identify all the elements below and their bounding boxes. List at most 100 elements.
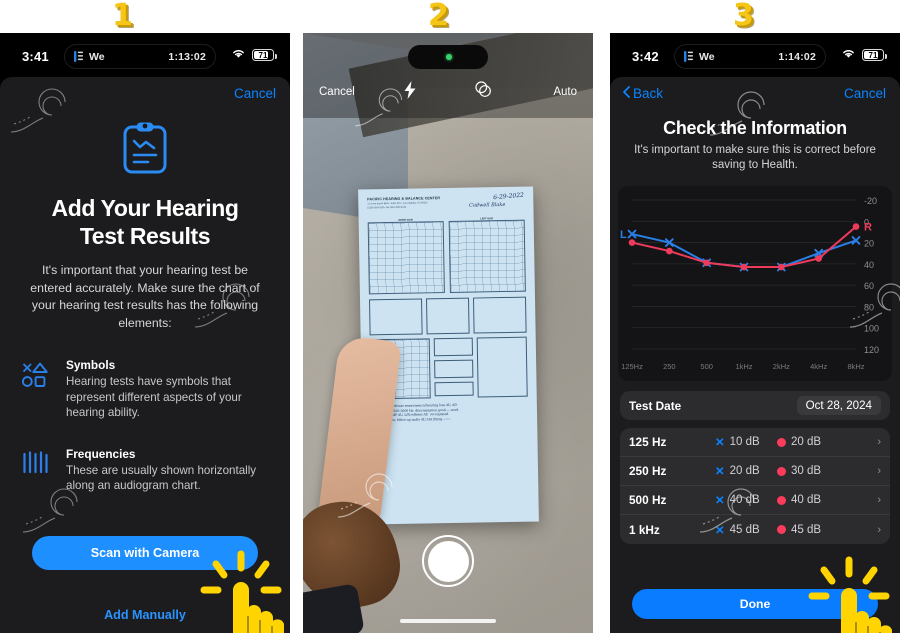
sheet-nav-bar: Cancel — [0, 77, 290, 109]
right-ear-db: 40 dB — [791, 494, 822, 506]
wifi-icon — [231, 48, 246, 62]
y-axis-tick: 20 — [864, 239, 874, 249]
done-button[interactable]: Done — [632, 589, 878, 619]
test-date-value[interactable]: Oct 28, 2024 — [796, 396, 881, 415]
phone-panel-step1: 3:41 We 1:13:02 71 Cancel Add Your Heari… — [0, 33, 290, 633]
battery-icon: 71 — [252, 49, 277, 61]
back-label: Back — [633, 86, 664, 101]
document-audiogram-right — [367, 221, 445, 295]
frequency-row[interactable]: 500 Hz ✕ 40 dB 40 dB › — [620, 486, 890, 515]
test-date-row[interactable]: Test Date Oct 28, 2024 — [620, 391, 890, 420]
left-ear-db: 40 dB — [729, 494, 760, 506]
back-button[interactable]: Back — [623, 86, 663, 101]
dynamic-island[interactable]: We 1:13:02 — [64, 44, 216, 69]
audiogram-symbols-icon — [21, 358, 52, 421]
page-title: Check the Information — [663, 118, 847, 138]
left-ear-x-icon: ✕ — [715, 495, 725, 507]
battery-level: 71 — [258, 50, 268, 60]
data-point-dot — [778, 263, 785, 271]
island-label: We — [699, 50, 715, 63]
status-right-cluster: 71 — [841, 48, 887, 62]
page-title: Add Your Hearing Test Results — [0, 194, 290, 250]
add-hearing-test-sheet: Cancel Add Your Hearing Test Results It'… — [0, 77, 290, 633]
screenshot-stage: 1 2 3 3:41 We 1:13:02 71 Cancel Add Your… — [0, 0, 900, 633]
left-ear-x-icon: ✕ — [715, 524, 725, 537]
chevron-right-icon: › — [877, 436, 881, 448]
filters-icon[interactable] — [475, 81, 492, 101]
island-timer: 1:14:02 — [778, 50, 816, 63]
y-axis-tick: 60 — [864, 281, 874, 291]
left-ear-value-group: ✕ 10 dB — [715, 435, 777, 449]
data-point-dot — [740, 263, 748, 271]
status-time: 3:41 — [22, 49, 49, 64]
list-icon — [684, 51, 693, 62]
camera-auto-button[interactable]: Auto — [553, 86, 577, 98]
left-ear-value-group: ✕ 45 dB — [715, 523, 777, 537]
right-ear-value-group: 40 dB — [777, 494, 839, 506]
camera-viewfinder[interactable]: PACIFIC HEARING & BALANCE CENTER 1 Lorem… — [303, 33, 593, 633]
flash-icon[interactable] — [404, 81, 416, 102]
frequency-label: 500 Hz — [629, 493, 667, 507]
right-ear-dot-icon — [777, 466, 786, 476]
page-subtitle: It's important to make sure this is corr… — [634, 144, 876, 171]
battery-level: 71 — [868, 50, 878, 60]
feature-symbols: Symbols Hearing tests have symbols that … — [21, 358, 266, 421]
island-timer: 1:13:02 — [168, 50, 206, 63]
battery-icon: 71 — [862, 49, 887, 61]
sheet-nav-bar: Back Cancel — [610, 77, 900, 109]
right-ear-db: 45 dB — [791, 523, 822, 536]
y-axis-tick: 80 — [864, 302, 874, 312]
y-axis-tick: 40 — [864, 260, 874, 270]
document-patient-name: Cadwell Blake — [469, 201, 506, 209]
feature-symbols-body: Hearing tests have symbols that represen… — [66, 375, 242, 420]
page-title-line1: Add Your Hearing — [51, 195, 239, 221]
left-ear-db: 45 dB — [729, 523, 760, 536]
data-point-dot — [703, 259, 710, 267]
cancel-button[interactable]: Cancel — [234, 86, 276, 101]
island-label: We — [89, 50, 105, 63]
scan-with-camera-button[interactable]: Scan with Camera — [32, 536, 258, 570]
data-point-dot — [628, 239, 636, 246]
page-title-line2: Test Results — [79, 223, 211, 249]
add-manually-button[interactable]: Add Manually — [0, 608, 290, 622]
audiogram-chart[interactable]: -20 0 20 40 60 80 100 120 125Hz 250 500 1kHz 2kHz 4kH… — [618, 186, 892, 381]
dynamic-island[interactable]: We 1:14:02 — [674, 44, 826, 69]
check-information-sheet: Back Cancel Check the Information It's i… — [610, 77, 900, 633]
phone-panel-step2: PACIFIC HEARING & BALANCE CENTER 1 Lorem… — [303, 33, 593, 633]
left-ear-x-icon: ✕ — [715, 466, 725, 478]
left-ear-value-group: ✕ 20 dB — [715, 464, 777, 478]
frequency-row[interactable]: 125 Hz ✕ 10 dB 20 dB › — [620, 428, 890, 457]
chevron-right-icon: › — [877, 494, 881, 506]
right-ear-value-group: 45 dB — [777, 524, 839, 536]
y-axis-tick: -20 — [864, 196, 877, 206]
hero-icon-wrap — [0, 121, 290, 180]
status-bar: 3:42 We 1:14:02 71 — [610, 33, 900, 77]
y-axis-tick: 100 — [864, 324, 879, 334]
y-axis-tick: 120 — [864, 345, 879, 355]
list-icon — [74, 51, 83, 62]
status-bar: 3:41 We 1:13:02 71 — [0, 33, 290, 77]
right-ear-db: 20 dB — [791, 436, 822, 448]
feature-symbols-title: Symbols — [66, 358, 116, 372]
pant-leg — [303, 583, 365, 633]
page-subtitle: It's important that your hearing test be… — [30, 263, 260, 330]
audiogram-svg: -20020406080100120125Hz 250 500 1kHz 2kHz 4kH… — [620, 196, 879, 371]
cancel-button[interactable]: Cancel — [844, 86, 886, 101]
feature-symbols-text: Symbols Hearing tests have symbols that … — [66, 358, 266, 421]
x-axis-tick: 2kHz — [773, 362, 790, 371]
x-axis-tick: 125Hz — [621, 362, 643, 371]
panel-gap — [593, 0, 606, 633]
frequency-bars-icon — [22, 447, 52, 494]
camera-cancel-button[interactable]: Cancel — [319, 86, 355, 98]
wifi-icon — [841, 48, 856, 62]
right-ear-dot-icon — [777, 525, 786, 534]
frequency-row[interactable]: 250 Hz ✕ 20 dB 30 dB › — [620, 457, 890, 486]
right-ear-value-group: 30 dB — [777, 465, 839, 477]
frequency-row[interactable]: 1 kHz ✕ 45 dB 45 dB › — [620, 515, 890, 544]
x-axis-tick: 4kHz — [810, 362, 827, 371]
legend-right: R — [864, 222, 872, 234]
x-axis-tick: 8kHz — [847, 362, 864, 371]
phone-panel-step3: 3:42 We 1:14:02 71 Back Cancel Check the… — [610, 33, 900, 633]
clipboard-icon — [122, 121, 168, 180]
shutter-button[interactable] — [422, 535, 474, 587]
